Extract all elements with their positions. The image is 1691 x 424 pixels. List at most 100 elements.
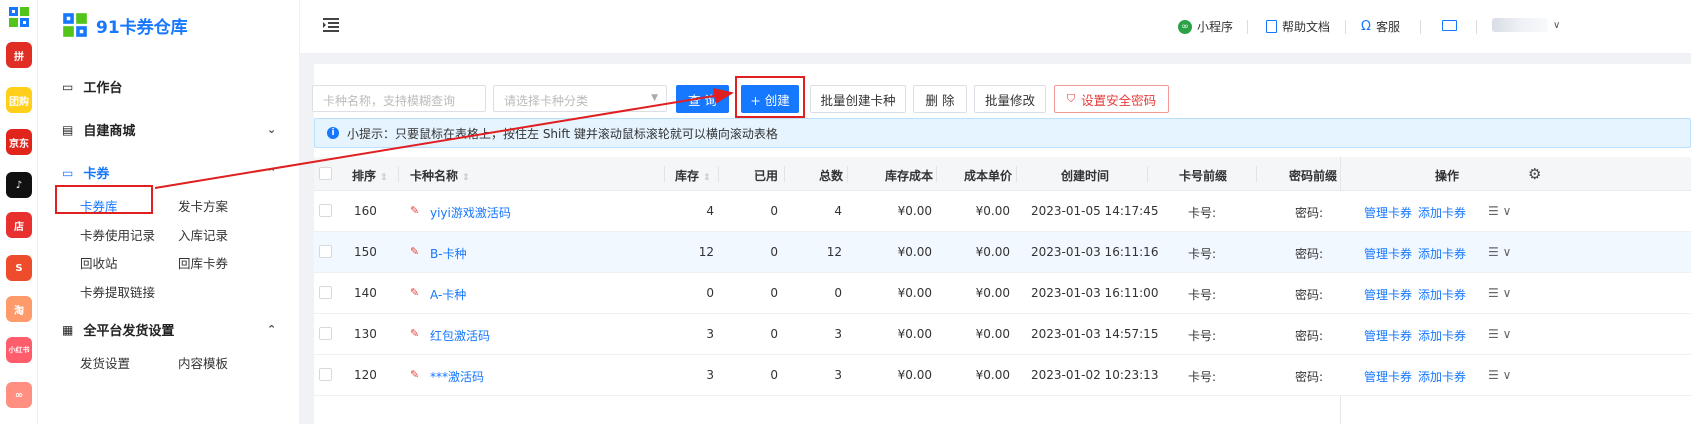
cell-card-name[interactable]: yiyi游戏激活码 — [430, 204, 511, 221]
sidebar-item-returned-cards[interactable]: 回库卡券 — [178, 253, 228, 272]
row-checkbox[interactable] — [319, 204, 332, 217]
set-security-password-button[interactable]: ⛉ 设置安全密码 — [1054, 85, 1169, 113]
sort-icon: ⇕ — [380, 173, 388, 183]
category-select[interactable]: 请选择卡种分类 ▼ — [493, 85, 667, 112]
col-name[interactable]: 卡种名称 ⇕ — [410, 167, 470, 184]
shop-icon[interactable]: 店 — [6, 212, 32, 238]
more-menu-icon[interactable]: ☰ ∨ — [1488, 327, 1511, 341]
row-checkbox[interactable] — [319, 327, 332, 340]
manage-cards-link[interactable]: 管理卡券 — [1364, 286, 1412, 303]
manage-cards-link[interactable]: 管理卡券 — [1364, 245, 1412, 262]
sidebar-item-inbound-records[interactable]: 入库记录 — [178, 225, 228, 244]
batch-create-button[interactable]: 批量创建卡种 — [810, 85, 906, 113]
cell-total: 3 — [834, 368, 842, 382]
sidebar-item-extract-links[interactable]: 卡券提取链接 — [80, 282, 155, 301]
cell-card-name[interactable]: 红包激活码 — [430, 327, 490, 344]
customer-service-link[interactable]: Ω 客服 — [1361, 18, 1400, 35]
header-divider — [1420, 20, 1421, 34]
xiaohongshu-icon[interactable]: 小红书 — [6, 337, 32, 363]
header-divider — [1345, 20, 1346, 34]
shield-icon: ⛉ — [1066, 92, 1076, 105]
info-icon: i — [327, 127, 339, 139]
nav-self-mall[interactable]: ▤ 自建商城 ⌄ — [62, 120, 276, 140]
sidebar-item-content-template[interactable]: 内容模板 — [178, 353, 228, 372]
query-button[interactable]: 查 询 — [676, 85, 729, 113]
menu-fold-icon[interactable] — [323, 18, 339, 32]
cell-card-prefix: 卡号: — [1188, 247, 1217, 261]
col-ops: 操作 — [1435, 169, 1460, 183]
annotation-box-create — [735, 76, 805, 118]
brand[interactable]: 91卡券仓库 — [62, 12, 188, 38]
chevron-down-icon: ∨ — [1553, 19, 1561, 31]
cell-card-name[interactable]: A-卡种 — [430, 286, 466, 303]
cell-unit-cost: ¥0.00 — [975, 286, 1010, 300]
annotation-box-card-library — [55, 185, 153, 214]
sidebar-item-usage-records[interactable]: 卡券使用记录 — [80, 225, 155, 244]
add-cards-link[interactable]: 添加卡券 — [1418, 245, 1466, 262]
cell-pwd-prefix: 密码: — [1295, 370, 1324, 384]
help-docs-label: 帮助文档 — [1282, 20, 1331, 34]
col-order[interactable]: 排序 ⇕ — [352, 167, 388, 184]
misc-app-icon[interactable]: ∞ — [6, 382, 32, 408]
settings-gear-icon[interactable]: ⚙ — [1528, 165, 1541, 183]
douyin-icon[interactable]: ♪ — [6, 172, 32, 198]
add-cards-link[interactable]: 添加卡券 — [1418, 327, 1466, 344]
help-docs-link[interactable]: 帮助文档 — [1266, 18, 1330, 35]
more-menu-icon[interactable]: ☰ ∨ — [1488, 286, 1511, 300]
cell-pwd-prefix: 密码: — [1295, 329, 1324, 343]
taobao-ju-icon[interactable]: 团购 — [6, 87, 32, 113]
cell-total: 0 — [834, 286, 842, 300]
chevron-up-icon: ⌃ — [267, 323, 277, 336]
nav-delivery-settings[interactable]: ▦ 全平台发货设置 ⌃ — [62, 320, 276, 340]
edit-pencil-icon[interactable]: ✎ — [410, 245, 419, 258]
edit-pencil-icon[interactable]: ✎ — [410, 368, 419, 381]
batch-edit-button[interactable]: 批量修改 — [974, 85, 1046, 113]
row-checkbox[interactable] — [319, 286, 332, 299]
nav-workbench[interactable]: ▭ 工作台 — [62, 77, 122, 97]
table-row[interactable]: 120 ✎ ***激活码 3 0 3 ¥0.00 ¥0.00 2023-01-02 10:23:… — [314, 355, 1691, 396]
manage-cards-link[interactable]: 管理卡券 — [1364, 204, 1412, 221]
mini-program-link[interactable]: ∞ 小程序 — [1178, 18, 1233, 35]
cell-used: 0 — [770, 368, 778, 382]
sidebar-item-recycle-bin[interactable]: 回收站 — [80, 253, 118, 272]
add-cards-link[interactable]: 添加卡券 — [1418, 286, 1466, 303]
table-row[interactable]: 150 ✎ B-卡种 12 0 12 ¥0.00 ¥0.00 2023-01-03 16:11:… — [314, 232, 1691, 273]
table-row[interactable]: 160 ✎ yiyi游戏激活码 4 0 4 ¥0.00 ¥0.00 2023-01-05 14:… — [314, 191, 1691, 232]
table-row[interactable]: 130 ✎ 红包激活码 3 0 3 ¥0.00 ¥0.00 2023-01-03 14:57:1… — [314, 314, 1691, 355]
row-checkbox[interactable] — [319, 245, 332, 258]
table-row[interactable]: 140 ✎ A-卡种 0 0 0 ¥0.00 ¥0.00 2023-01-03 16:11:00… — [314, 273, 1691, 314]
more-menu-icon[interactable]: ☰ ∨ — [1488, 368, 1511, 382]
select-all-checkbox[interactable] — [319, 167, 332, 180]
add-cards-link[interactable]: 添加卡券 — [1418, 368, 1466, 385]
row-checkbox[interactable] — [319, 368, 332, 381]
manage-cards-link[interactable]: 管理卡券 — [1364, 327, 1412, 344]
avatar — [1492, 18, 1548, 32]
cell-card-name[interactable]: B-卡种 — [430, 245, 467, 262]
edit-pencil-icon[interactable]: ✎ — [410, 286, 419, 299]
nav-card[interactable]: ▭ 卡券 ⌃ — [62, 163, 276, 183]
set-password-label: 设置安全密码 — [1081, 92, 1157, 108]
add-cards-link[interactable]: 添加卡券 — [1418, 204, 1466, 221]
card-name-search-input[interactable]: 卡种名称，支持模糊查询 — [312, 85, 486, 112]
cell-unit-cost: ¥0.00 — [975, 368, 1010, 382]
cell-card-prefix: 卡号: — [1188, 206, 1217, 220]
cell-stock: 3 — [706, 368, 714, 382]
cell-created-time: 2023-01-02 10:23:13 — [1031, 368, 1159, 382]
pinduoduo-icon[interactable]: 拼 — [6, 42, 32, 68]
delete-button[interactable]: 删 除 — [913, 85, 967, 113]
jd-icon[interactable]: 京东 — [6, 129, 32, 155]
sidebar-item-card-scheme[interactable]: 发卡方案 — [178, 196, 228, 215]
mail-button[interactable] — [1442, 20, 1457, 31]
edit-pencil-icon[interactable]: ✎ — [410, 204, 419, 217]
col-pwd-prefix: 密码前缀 — [1289, 169, 1338, 183]
col-stock[interactable]: 库存 ⇕ — [675, 167, 711, 184]
user-menu[interactable]: ∨ — [1492, 18, 1560, 32]
manage-cards-link[interactable]: 管理卡券 — [1364, 368, 1412, 385]
cell-card-name[interactable]: ***激活码 — [430, 368, 484, 385]
taobao-icon[interactable]: 淘 — [6, 296, 32, 322]
sidebar-item-delivery-settings[interactable]: 发货设置 — [80, 353, 130, 372]
more-menu-icon[interactable]: ☰ ∨ — [1488, 204, 1511, 218]
more-menu-icon[interactable]: ☰ ∨ — [1488, 245, 1511, 259]
shopee-icon[interactable]: S — [6, 255, 32, 281]
edit-pencil-icon[interactable]: ✎ — [410, 327, 419, 340]
